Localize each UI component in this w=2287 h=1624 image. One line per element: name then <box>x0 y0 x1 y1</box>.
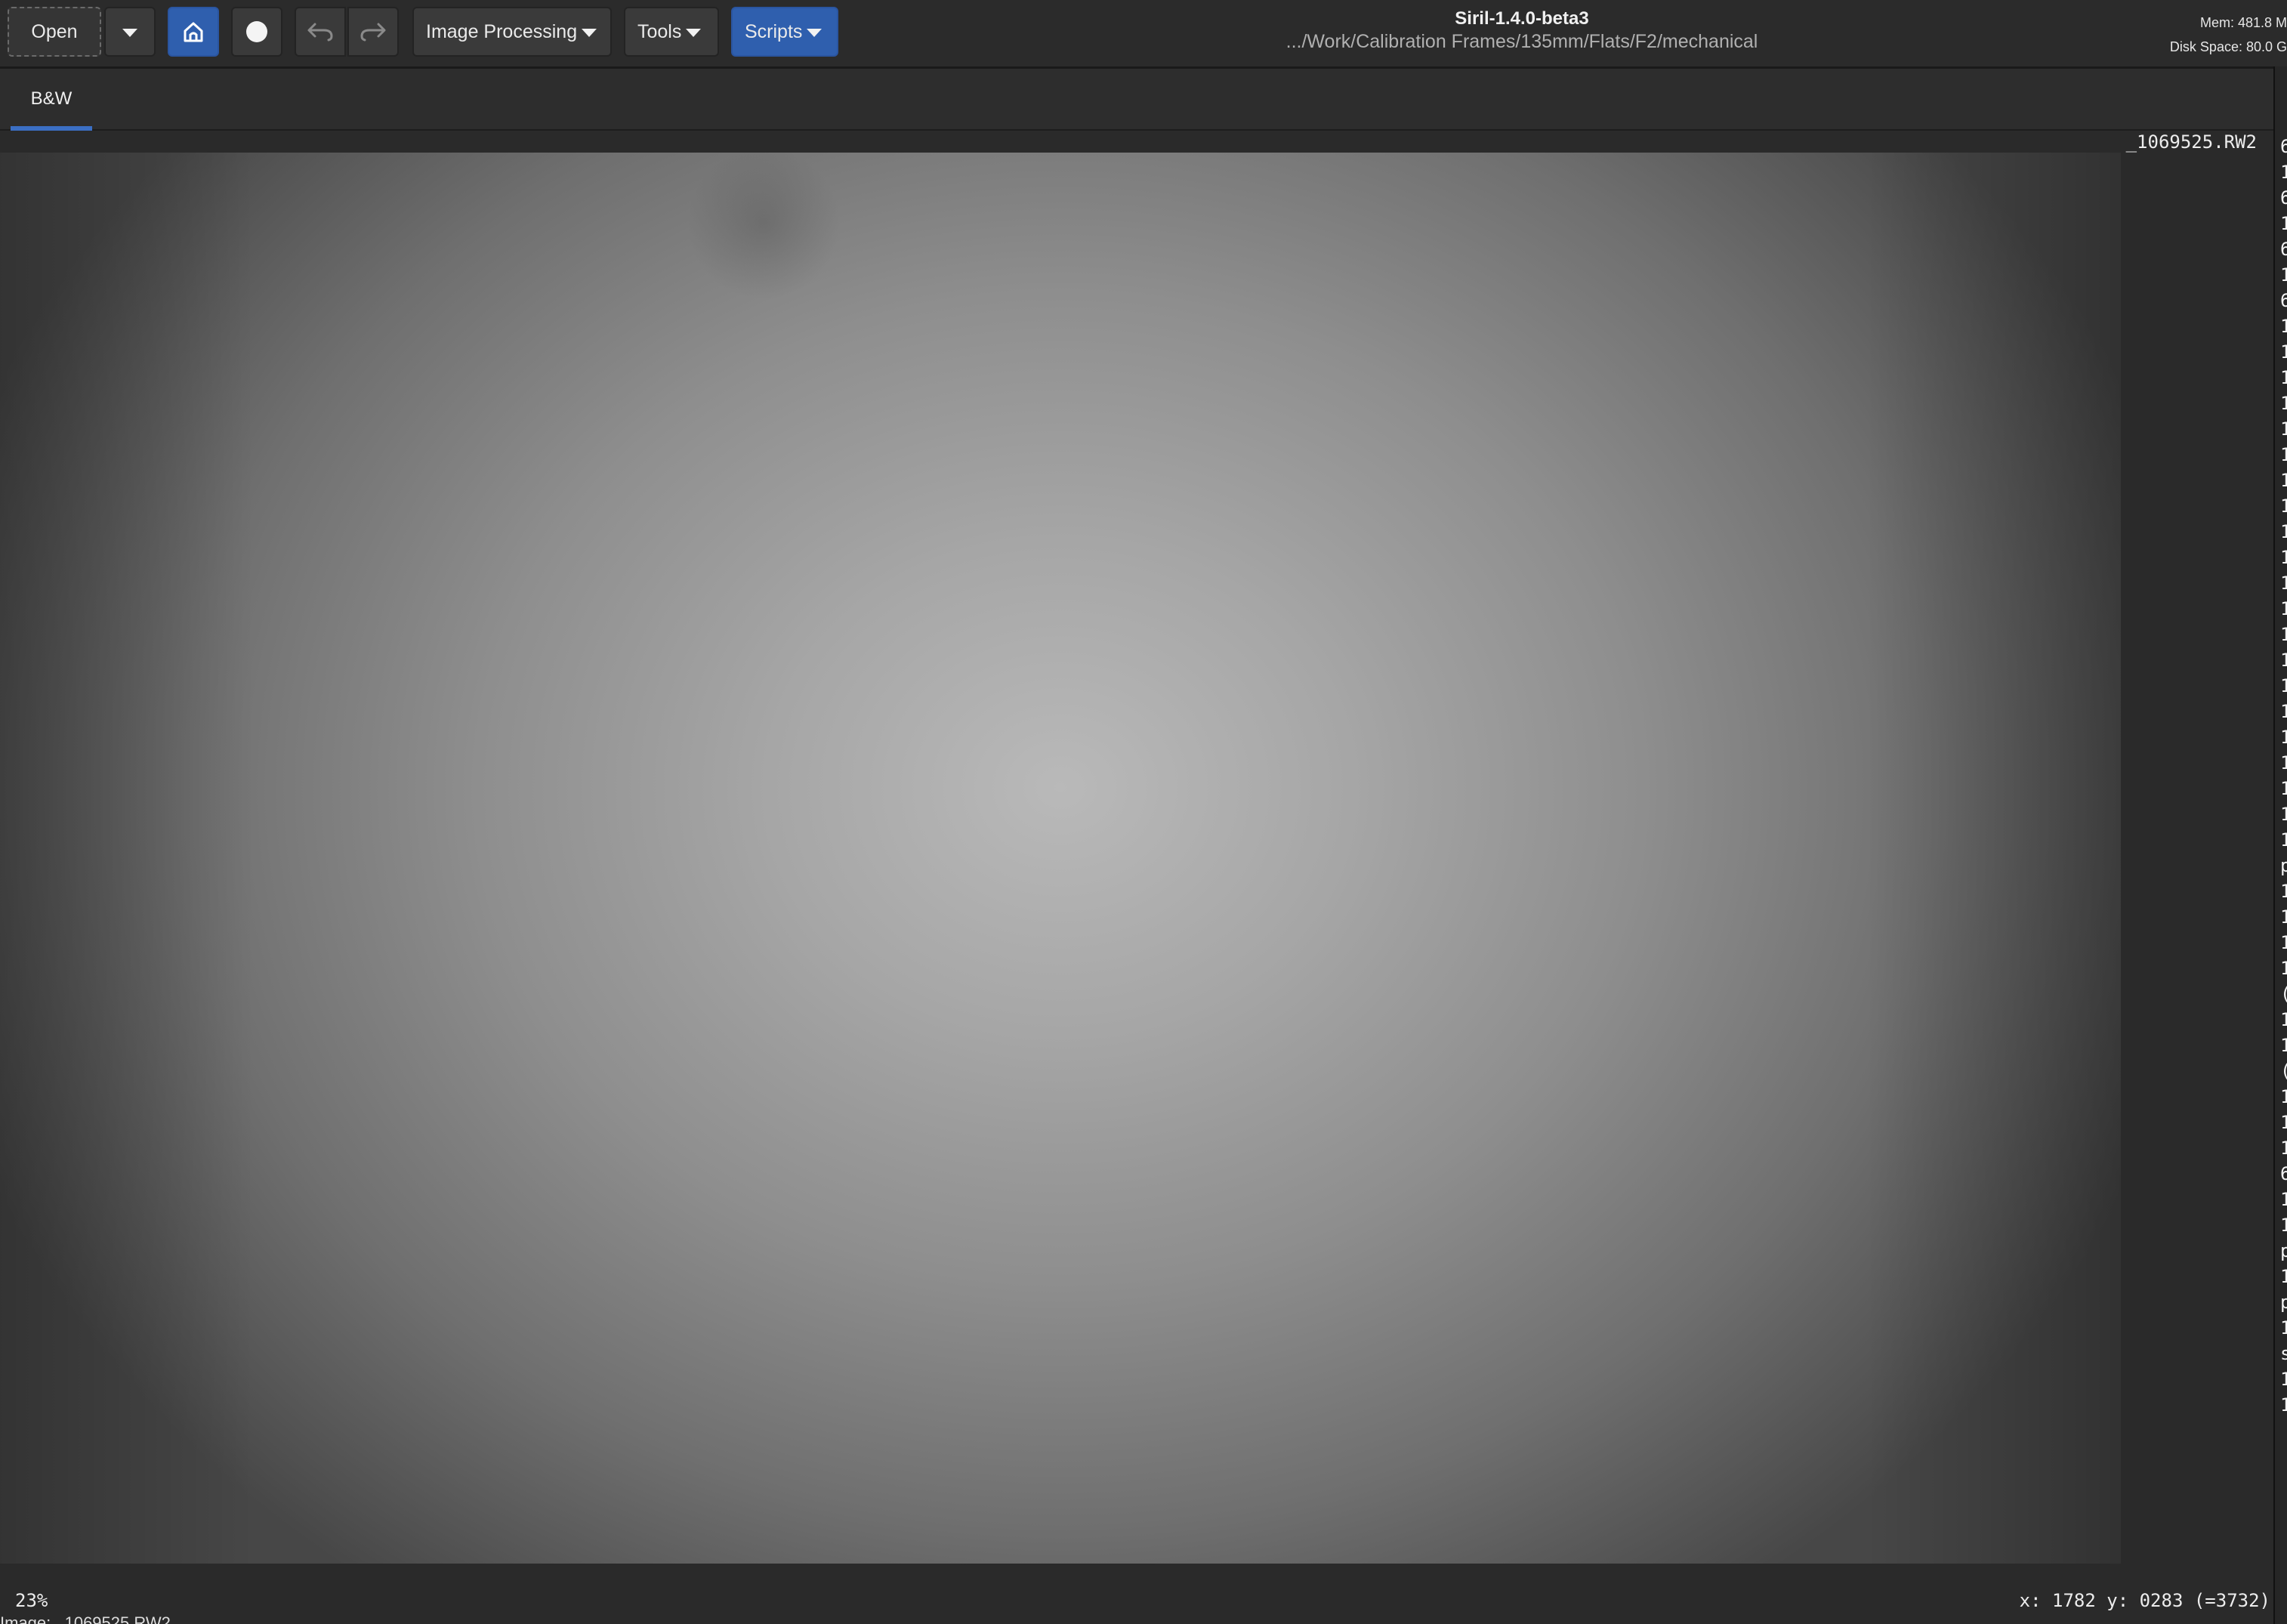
open-recent-dropdown-button[interactable] <box>104 7 156 57</box>
console-log-line: p <box>2280 1240 2287 1261</box>
window-title-block: Siril-1.4.0-beta3 .../Work/Calibration F… <box>1208 8 1835 53</box>
console-log-line: 1 <box>2280 1369 2287 1390</box>
undo-button[interactable] <box>295 7 346 57</box>
siril-window: Open Image Processing Tools Scripts Siri… <box>0 0 2287 1624</box>
console-log-line: 1 <box>2280 675 2287 696</box>
console-log-line: 1 <box>2280 547 2287 568</box>
console-log-line: 1 <box>2280 624 2287 645</box>
console-log-line: 6 <box>2280 187 2287 208</box>
status-bar: 23% x: 1782 y: 0283 (=3732) <box>0 1582 2273 1624</box>
resource-info: Mem: 481.8 M Disk Space: 80.0 G <box>2136 11 2287 59</box>
chevron-down-icon <box>807 28 823 37</box>
image-viewport[interactable]: _1069525.RW2 <box>0 131 2273 1566</box>
console-log-line: 1 <box>2280 727 2287 748</box>
console-log-line: 1 <box>2280 316 2287 337</box>
disk-space: Disk Space: 80.0 G <box>2169 39 2287 54</box>
console-log-line: 1 <box>2280 264 2287 286</box>
image-processing-label: Image Processing <box>426 20 578 42</box>
console-log-line: 1 <box>2280 752 2287 773</box>
console-log-line: 1 <box>2280 393 2287 414</box>
redo-button[interactable] <box>347 7 399 57</box>
console-log-line: 1 <box>2280 1086 2287 1107</box>
console-log-line: 1 <box>2280 213 2287 234</box>
console-log-line: 1 <box>2280 778 2287 799</box>
console-panel-edge: 6161616111111111111111111111p1111(11(111… <box>2273 66 2287 1624</box>
console-log-line: 1 <box>2280 932 2287 953</box>
console-log-line: 1 <box>2280 598 2287 619</box>
console-log-line: 1 <box>2280 906 2287 928</box>
console-log-line: 1 <box>2280 521 2287 542</box>
header-bar: Open Image Processing Tools Scripts Siri… <box>0 0 2287 69</box>
console-log-line: 1 <box>2280 162 2287 183</box>
image-info-label: Image: _1069525.RW2 <box>0 1613 171 1624</box>
console-log-line: 1 <box>2280 958 2287 979</box>
tools-menu-button[interactable]: Tools <box>624 7 719 57</box>
console-log-line: s <box>2280 1343 2287 1364</box>
open-button[interactable]: Open <box>8 7 101 57</box>
console-log-line: 1 <box>2280 804 2287 825</box>
app-title: Siril-1.4.0-beta3 <box>1455 8 1589 29</box>
flat-frame-vignette <box>0 153 2121 1564</box>
console-log-line: 6 <box>2280 239 2287 260</box>
console-log-line: ( <box>2280 1061 2287 1082</box>
chevron-down-icon <box>686 28 702 37</box>
chevron-down-icon <box>582 28 597 37</box>
console-log-line: 1 <box>2280 881 2287 902</box>
console-log-line: 1 <box>2280 1035 2287 1056</box>
console-log-line: 1 <box>2280 1266 2287 1287</box>
working-directory-path: .../Work/Calibration Frames/135mm/Flats/… <box>1285 31 1758 52</box>
console-log-line: 1 <box>2280 1112 2287 1133</box>
console-log-line: 6 <box>2280 136 2287 157</box>
console-log-line: 1 <box>2280 367 2287 388</box>
scripts-label: Scripts <box>745 20 803 42</box>
console-log-line: 6 <box>2280 1163 2287 1184</box>
redo-icon <box>359 21 387 42</box>
chevron-down-icon <box>122 28 137 37</box>
console-log-line: 1 <box>2280 1317 2287 1338</box>
console-log-line: 1 <box>2280 1215 2287 1236</box>
console-log-line: 1 <box>2280 701 2287 722</box>
zoom-level: 23% <box>15 1590 48 1611</box>
console-log-line: 1 <box>2280 1394 2287 1416</box>
scripts-menu-button[interactable]: Scripts <box>731 7 838 57</box>
flat-frame-image[interactable] <box>0 153 2121 1564</box>
console-log-line: p <box>2280 855 2287 876</box>
record-icon <box>246 21 267 42</box>
live-stacking-button[interactable] <box>231 7 282 57</box>
image-filename: _1069525.RW2 <box>2125 131 2257 153</box>
image-processing-menu-button[interactable]: Image Processing <box>412 7 612 57</box>
tools-label: Tools <box>637 20 682 42</box>
tab-bw-label: B&W <box>30 88 73 109</box>
home-icon <box>181 20 205 44</box>
console-log-line: 1 <box>2280 418 2287 440</box>
cursor-coordinates: x: 1782 y: 0283 (=3732) <box>2019 1590 2270 1611</box>
tab-bw[interactable]: B&W <box>11 69 92 129</box>
home-button[interactable] <box>168 7 219 57</box>
console-log-line: 1 <box>2280 496 2287 517</box>
memory-usage: Mem: 481.8 M <box>2199 15 2287 30</box>
console-log-line: 1 <box>2280 573 2287 594</box>
console-log-line: 1 <box>2280 650 2287 671</box>
console-log-line: ( <box>2280 983 2287 1005</box>
console-log-line: 1 <box>2280 444 2287 465</box>
console-log-line: 1 <box>2280 470 2287 491</box>
console-log-line: p <box>2280 1292 2287 1313</box>
console-log-line: 1 <box>2280 1138 2287 1159</box>
console-log-line: 6 <box>2280 290 2287 311</box>
console-log-line: 1 <box>2280 829 2287 851</box>
open-button-label: Open <box>31 20 78 42</box>
console-log-line: 1 <box>2280 341 2287 363</box>
undo-icon <box>306 21 335 42</box>
console-log-line: 1 <box>2280 1009 2287 1030</box>
console-log-line: 1 <box>2280 1189 2287 1210</box>
channel-tab-bar: B&W <box>0 69 2273 131</box>
